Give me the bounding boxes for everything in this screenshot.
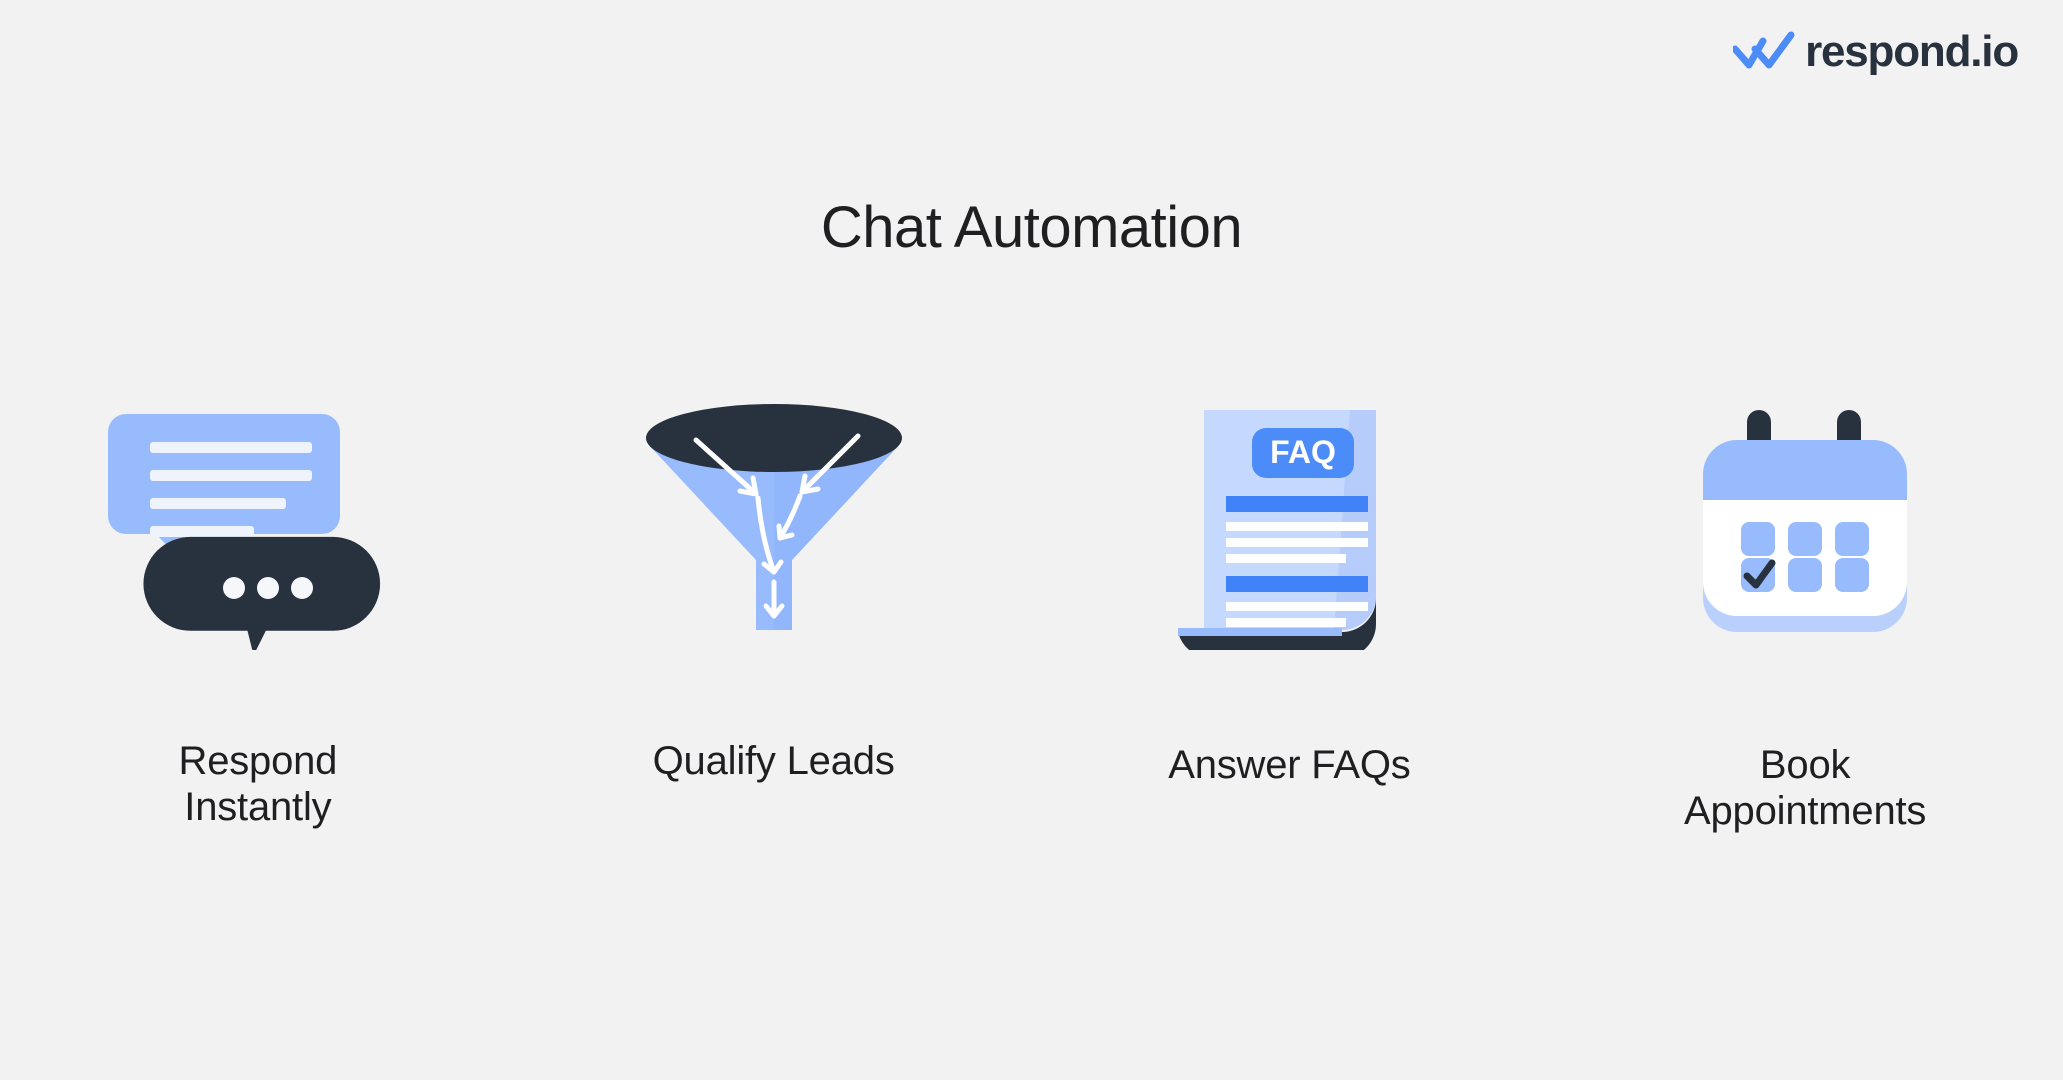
feature-card-label: Book Appointments: [1684, 743, 1927, 834]
faq-badge-label: FAQ: [1270, 434, 1336, 470]
brand-logo[interactable]: respond.io: [1733, 27, 2019, 76]
feature-card-label: Answer FAQs: [1168, 743, 1411, 787]
feature-card-label: Respond Instantly: [178, 739, 338, 830]
brand-name: respond.io: [1805, 27, 2019, 76]
chat-bubbles-icon: [107, 390, 408, 650]
feature-card-respond-instantly: Respond Instantly: [0, 390, 516, 831]
funnel-icon: [634, 390, 914, 650]
feature-card-book-appointments: Book Appointments: [1547, 390, 2063, 835]
feature-card-qualify-leads: Qualify Leads: [516, 390, 1032, 784]
double-check-icon: [1733, 31, 1795, 69]
feature-card-answer-faqs: FAQ Answer FAQs: [1032, 390, 1548, 788]
feature-card-label: Qualify Leads: [652, 739, 895, 783]
page-title: Chat Automation: [820, 195, 1243, 260]
feature-card-row: Respond Instantly Qualify Leads FAQ Answ…: [0, 390, 2063, 835]
calendar-icon: [1685, 390, 1925, 650]
faq-document-icon: FAQ: [1164, 390, 1414, 650]
